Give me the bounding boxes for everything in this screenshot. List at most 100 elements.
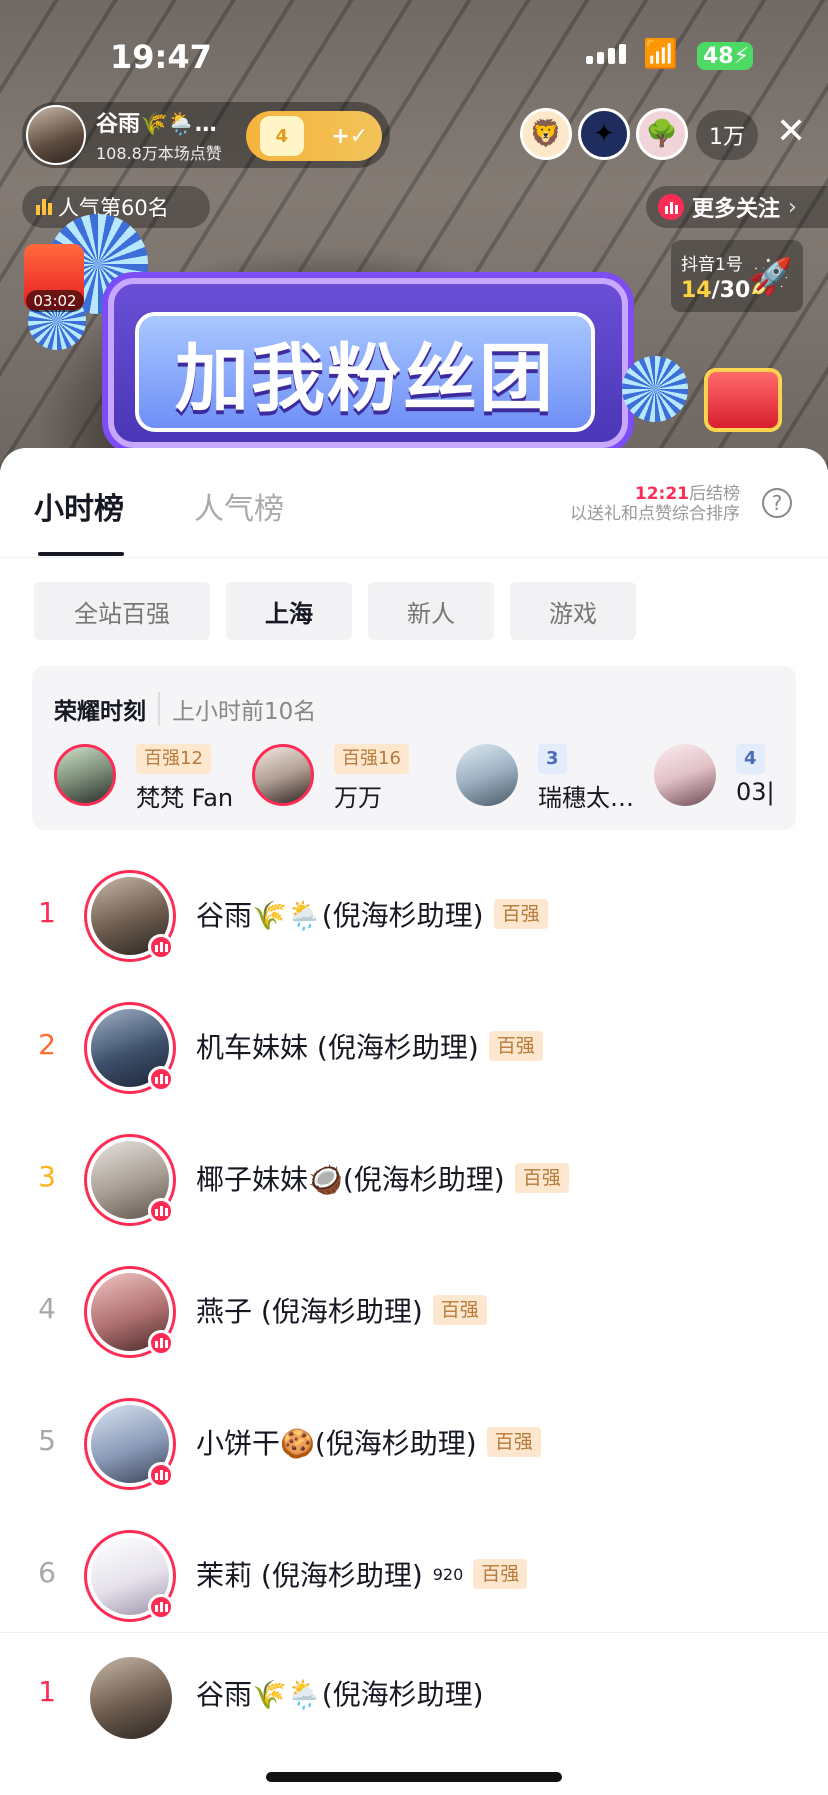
top100-tag: 百强 — [432, 1295, 487, 1325]
filter-game[interactable]: 游戏 — [510, 582, 636, 640]
anchor-likes: 108.8万本场点赞 — [96, 144, 222, 163]
top100-tag: 百强 — [488, 1031, 543, 1061]
anchor-name: 谷雨🌾🌦️… — [96, 112, 217, 137]
more-follow-label: 更多关注 — [692, 197, 781, 222]
rank-number-tag: 4 — [736, 744, 765, 774]
current-anchor-row[interactable]: 1 谷雨🌾🌦️(倪海杉助理) — [0, 1632, 828, 1762]
rank-card-progress: 14/30 — [681, 278, 751, 303]
wifi-icon: 📶 — [643, 37, 678, 70]
honor-item[interactable]: 百强12 梵梵 Fan — [54, 744, 234, 812]
fan-plus-icon: +✓ — [331, 123, 369, 149]
ranking-row[interactable]: 1 谷雨🌾🌦️(倪海杉助理) 百强 — [0, 850, 828, 982]
rank-number: 1 — [38, 1675, 56, 1708]
help-icon[interactable]: ? — [762, 488, 792, 518]
live-indicator-icon — [148, 1198, 174, 1224]
rank-number: 3 — [38, 1160, 56, 1193]
active-tab-indicator — [38, 552, 124, 556]
anchor-name: 茉莉 (倪海杉助理) — [196, 1559, 423, 1592]
tab-hourly-rank[interactable]: 小时榜 — [34, 484, 124, 528]
settle-info: 12:21后结榜 以送礼和点赞综合排序 — [570, 484, 740, 524]
ranking-row[interactable]: 2 机车妹妹 (倪海杉助理) 百强 — [0, 982, 828, 1114]
top100-tag: 百强 — [473, 1559, 528, 1589]
status-time: 19:47 — [110, 38, 212, 76]
settle-suffix: 后结榜 — [689, 484, 740, 504]
live-indicator-icon — [148, 934, 174, 960]
filter-shanghai[interactable]: 上海 — [226, 582, 352, 640]
ranking-row[interactable]: 6 茉莉 (倪海杉助理) 920 百强 — [0, 1510, 828, 1642]
honor-item[interactable]: 3 瑞穗太… — [456, 744, 636, 812]
top100-tag: 百强 — [493, 899, 548, 929]
region-filters: 全站百强 上海 新人 游戏 — [34, 582, 636, 640]
honor-title: 荣耀时刻 — [54, 699, 146, 725]
rank-number: 6 — [38, 1556, 56, 1589]
settle-time: 12:21 — [634, 484, 689, 504]
viewer-count[interactable]: 1万 — [696, 110, 758, 160]
honor-name: 瑞穗太… — [538, 784, 634, 812]
honor-subtitle: 上小时前10名 — [158, 692, 316, 726]
fan-club-banner-text: 加我粉丝团 — [135, 312, 595, 432]
bar-chart-icon — [36, 199, 52, 215]
charging-icon: ⚡ — [733, 43, 750, 69]
ranking-row[interactable]: 3 椰子妹妹🥥(倪海杉助理) 百强 — [0, 1114, 828, 1246]
rank-card-title: 抖音1号 — [681, 255, 743, 275]
close-icon[interactable]: ✕ — [776, 114, 806, 150]
ranking-sheet: 小时榜 人气榜 12:21后结榜 以送礼和点赞综合排序 ? 全站百强 上海 新人… — [0, 448, 828, 1795]
avatar[interactable] — [456, 744, 518, 806]
ranking-row[interactable]: 4 燕子 (倪海杉助理) 百强 — [0, 1246, 828, 1378]
name-superscript: 920 — [432, 1564, 464, 1584]
rank-number: 5 — [38, 1424, 56, 1457]
ranking-row[interactable]: 5 小饼干🍪(倪海杉助理) 百强 — [0, 1378, 828, 1510]
live-indicator-icon — [148, 1594, 174, 1620]
top-viewers[interactable]: 🦁 ✦ 🌳 — [520, 108, 694, 160]
viewer-avatar[interactable]: ✦ — [578, 108, 630, 160]
fan-level-heart-icon: 4 — [259, 116, 304, 156]
ranking-tabs: 小时榜 人气榜 12:21后结榜 以送礼和点赞综合排序 ? — [0, 448, 828, 558]
rank-number: 4 — [38, 1292, 56, 1325]
filter-all-top100[interactable]: 全站百强 — [34, 582, 210, 640]
red-packet-timer: 03:02 — [26, 290, 84, 312]
anchor-name: 谷雨🌾🌦️(倪海杉助理) — [196, 899, 484, 932]
status-bar: 19:47 📶 48 ⚡ — [0, 0, 828, 110]
chevron-right-icon: › — [788, 194, 797, 220]
home-indicator[interactable] — [266, 1772, 562, 1782]
top100-tag: 百强 — [514, 1163, 569, 1193]
anchor-name: 机车妹妹 (倪海杉助理) — [196, 1031, 479, 1064]
battery-indicator: 48 ⚡ — [697, 42, 753, 70]
anchor-name: 小饼干🍪(倪海杉助理) — [196, 1427, 477, 1460]
anchor-name: 谷雨🌾🌦️(倪海杉助理) — [196, 1678, 484, 1711]
honor-moment-card: 荣耀时刻 上小时前10名 百强12 梵梵 Fan 百强16 万万 3 瑞穗太… … — [32, 666, 796, 830]
honor-item[interactable]: 4 03| — [654, 744, 796, 808]
rank-number-tag: 3 — [538, 744, 567, 774]
live-bars-icon — [658, 194, 684, 220]
top100-tag: 百强16 — [334, 744, 409, 774]
tab-popularity-rank[interactable]: 人气榜 — [194, 484, 284, 528]
settle-note: 以送礼和点赞综合排序 — [570, 504, 740, 524]
anchor-name: 椰子妹妹🥥(倪海杉助理) — [196, 1163, 505, 1196]
fan-club-button[interactable]: 4 +✓ — [246, 111, 382, 161]
top100-tag: 百强 — [486, 1427, 541, 1457]
honor-name: 梵梵 Fan — [136, 784, 234, 812]
battery-level: 48 — [703, 43, 734, 69]
honor-item[interactable]: 百强16 万万 — [252, 744, 432, 812]
avatar[interactable] — [54, 744, 116, 806]
cellular-signal-icon — [586, 44, 626, 64]
avatar[interactable] — [90, 1657, 172, 1739]
live-indicator-icon — [148, 1330, 174, 1356]
anchor-avatar[interactable] — [26, 105, 86, 165]
live-indicator-icon — [148, 1462, 174, 1488]
viewer-avatar-lion-icon[interactable]: 🦁 — [520, 108, 572, 160]
fan-level: 4 — [275, 125, 289, 147]
avatar[interactable] — [654, 744, 716, 806]
more-follow-button[interactable]: 更多关注 › — [646, 186, 828, 228]
top100-tag: 百强12 — [136, 744, 211, 774]
avatar[interactable] — [252, 744, 314, 806]
honor-name: 万万 — [334, 784, 382, 812]
disco-ball-decoration — [622, 356, 688, 422]
rocket-icon: 🚀 — [748, 257, 793, 298]
viewer-avatar-tree-icon[interactable]: 🌳 — [636, 108, 688, 160]
rank-number: 2 — [38, 1028, 56, 1061]
filter-newcomer[interactable]: 新人 — [368, 582, 494, 640]
honor-name: 03| — [736, 778, 775, 806]
treasure-chest-icon[interactable] — [704, 368, 782, 432]
rank-number: 1 — [38, 896, 56, 929]
